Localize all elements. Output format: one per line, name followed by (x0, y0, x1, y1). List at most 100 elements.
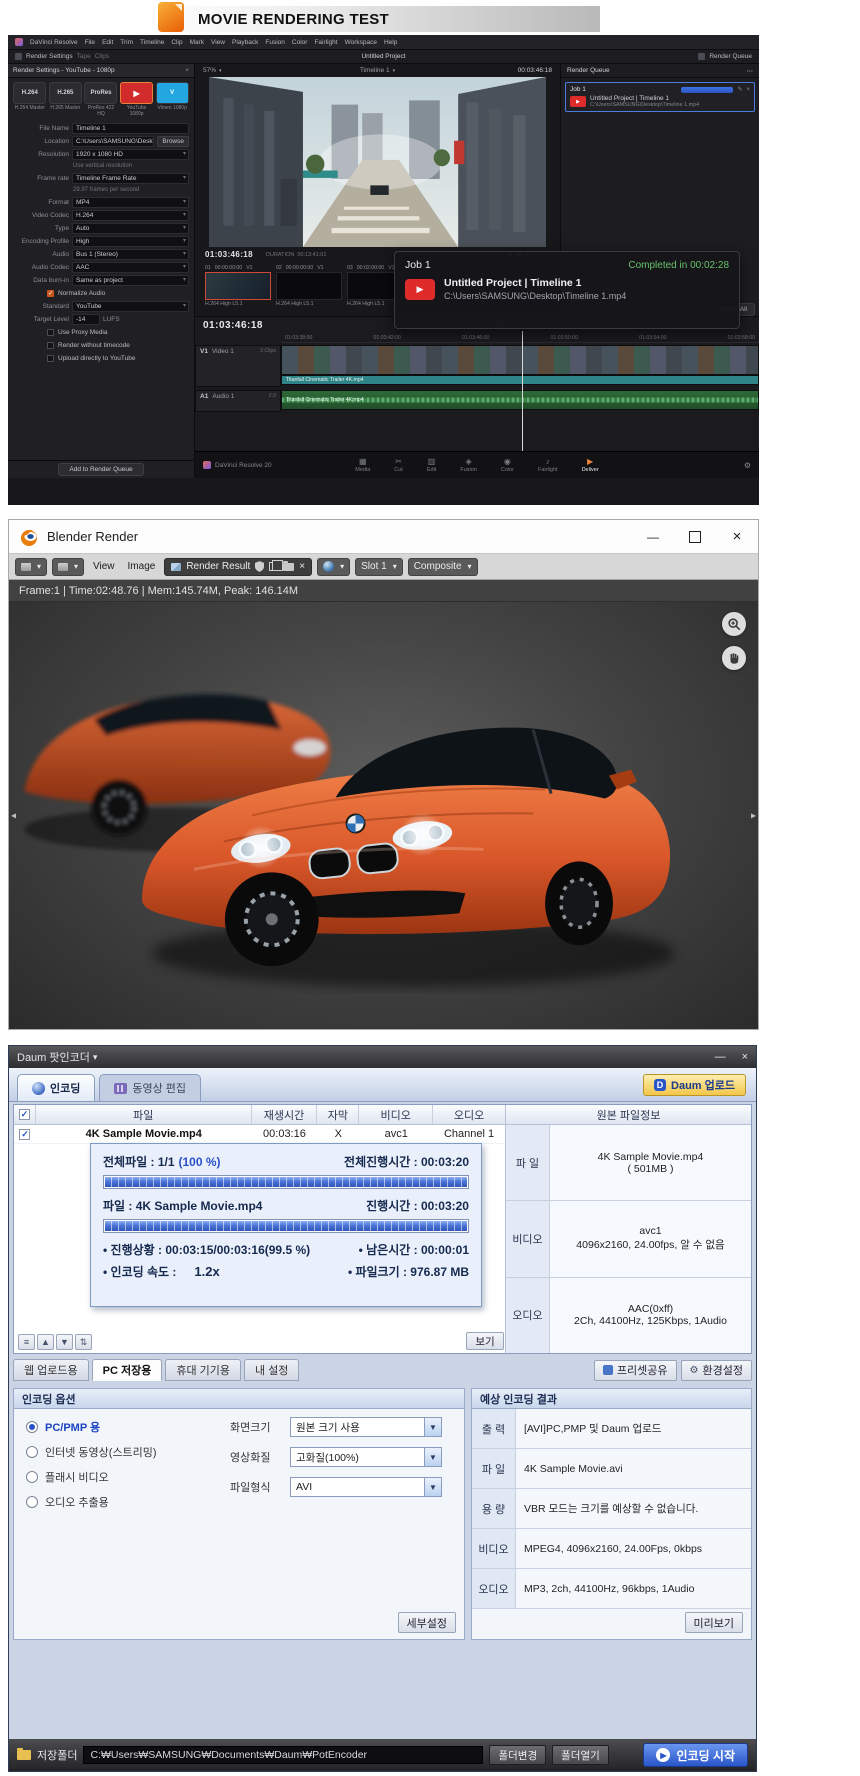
menu-item[interactable]: Mark (190, 39, 204, 46)
render-preset[interactable]: ProRes ProRes 422 HQ (84, 82, 118, 118)
video-clip-filmstrip[interactable] (281, 345, 759, 375)
menu-item[interactable]: View (211, 39, 225, 46)
playhead[interactable] (522, 331, 523, 451)
page-tab[interactable]: ▥ Edit (427, 458, 436, 473)
render-preset[interactable]: V Vimeo 1080p (155, 82, 189, 118)
pan-hand-icon[interactable] (722, 646, 746, 670)
menu-item[interactable]: Fairlight (314, 39, 337, 46)
view-button[interactable]: 보기 (466, 1332, 504, 1350)
video-clip-bar[interactable]: Titanfall Cinematic Trailer 4K.mp4 (281, 375, 759, 385)
queue-options-icon[interactable]: ⋯ (747, 67, 754, 75)
video-track-header[interactable]: V1 Video 1 3 Clips (195, 345, 281, 387)
image-datablock-selector[interactable]: Render Result × (164, 558, 312, 576)
minimize-button[interactable]: — (632, 520, 674, 553)
menu-item[interactable]: Color (292, 39, 308, 46)
preset-tab[interactable]: 내 설정 (244, 1359, 299, 1381)
option-select[interactable]: 고화질(100%)▼ (290, 1447, 442, 1467)
view-menu[interactable]: View (89, 561, 119, 572)
checkbox[interactable] (47, 342, 54, 349)
open-folder-button[interactable]: 폴더열기 (552, 1745, 609, 1765)
frame-rate-select[interactable]: Timeline Frame Rate (72, 173, 189, 184)
render-clip-thumbnail[interactable]: 0200:00:00:00V1 H.264 High L5.1 (276, 265, 342, 313)
menu-item[interactable]: DaVinci Resolve (30, 39, 78, 46)
detail-settings-button[interactable]: 세부설정 (398, 1612, 456, 1633)
render-clip-thumbnail[interactable]: 0100:00:00:00V1 H.264 High L5.1 (205, 265, 271, 313)
edit-job-icon[interactable]: ✎ (737, 86, 742, 93)
resolution-select[interactable]: 1920 x 1080 HD (72, 149, 189, 160)
display-mode-button[interactable] (52, 558, 84, 576)
select-all-checkbox[interactable]: ✓ (19, 1109, 30, 1120)
zoom-icon[interactable] (722, 612, 746, 636)
encode-target-radio[interactable]: 플래시 비디오 (26, 1469, 157, 1485)
material-sphere-button[interactable] (317, 558, 350, 576)
file-name-input[interactable]: Timeline 1 (72, 123, 189, 134)
file-checkbox[interactable]: ✓ (19, 1129, 30, 1140)
menu-item[interactable]: File (85, 39, 95, 46)
menu-item[interactable]: Trim (120, 39, 133, 46)
audio-track-header[interactable]: A1 Audio 1 2.0 (195, 390, 281, 412)
maximize-button[interactable] (674, 520, 716, 553)
list-tool-button[interactable]: ▼ (56, 1334, 73, 1350)
menu-item[interactable]: Edit (102, 39, 113, 46)
menu-item[interactable]: Playback (232, 39, 258, 46)
page-tab[interactable]: ◈ Fusion (460, 458, 477, 473)
list-tool-button[interactable]: ≡ (18, 1334, 35, 1350)
audio-codec-select[interactable]: AAC (72, 262, 189, 273)
audio-clip-bar[interactable]: Titanfall Cinematic Trailer 4K.mp4 (281, 390, 759, 410)
preview-button[interactable]: 미리보기 (685, 1612, 743, 1633)
page-tab[interactable]: ▶ Deliver (582, 458, 599, 473)
panel-expand-right-icon[interactable]: ▸ (751, 810, 756, 821)
encoding-profile-select[interactable]: High (72, 236, 189, 247)
preset-tab[interactable]: 휴대 기기용 (165, 1359, 241, 1381)
browse-button[interactable]: Browse (157, 136, 189, 147)
settings-gear-icon[interactable]: ⚙ (744, 461, 751, 470)
page-tab[interactable]: ♪ Fairlight (538, 458, 558, 473)
render-job-card[interactable]: Job 1 ✎ × ▶ Untitled Project | Timeline … (565, 82, 755, 112)
page-tab[interactable]: ✂ Cut (394, 458, 403, 473)
unlink-icon[interactable]: × (299, 561, 305, 572)
list-tool-button[interactable]: ⇅ (75, 1334, 92, 1350)
encode-target-radio[interactable]: 인터넷 동영상(스트리밍) (26, 1444, 157, 1460)
editor-type-button[interactable] (15, 558, 47, 576)
menu-item[interactable]: Clip (171, 39, 182, 46)
add-to-render-queue-button[interactable]: Add to Render Queue (58, 463, 143, 476)
render-preset[interactable]: ▶ YouTube 1080p (120, 82, 154, 118)
preset-tab[interactable]: PC 저장용 (92, 1359, 163, 1381)
menu-item[interactable]: Workspace (345, 39, 377, 46)
list-tool-button[interactable]: ▲ (37, 1334, 54, 1350)
close-icon[interactable]: × (185, 67, 189, 74)
remove-job-icon[interactable]: × (746, 87, 750, 93)
open-image-icon[interactable] (283, 563, 294, 571)
column-header[interactable]: 비디오 (359, 1105, 433, 1124)
close-button[interactable]: × (742, 1051, 748, 1063)
duplicate-icon[interactable] (269, 562, 278, 571)
checkbox[interactable] (47, 329, 54, 336)
change-folder-button[interactable]: 폴더변경 (489, 1745, 546, 1765)
page-tab[interactable]: ▦ Media (355, 458, 370, 473)
tab-encoding[interactable]: 인코딩 (17, 1074, 95, 1101)
menu-item[interactable]: Fusion (265, 39, 285, 46)
encode-target-radio[interactable]: PC/PMP 용 (26, 1419, 157, 1435)
menu-item[interactable]: Timeline (140, 39, 164, 46)
video-codec-select[interactable]: H.264 (72, 210, 189, 221)
menu-item[interactable]: Help (384, 39, 397, 46)
timeline-select[interactable]: Timeline 1 (360, 67, 395, 74)
start-encoding-button[interactable]: ▶인코딩 시작 (643, 1743, 748, 1767)
normalize-audio-checkbox[interactable]: ✓ (47, 290, 54, 297)
option-select[interactable]: 원본 크기 사용▼ (290, 1417, 442, 1437)
file-row[interactable]: ✓ 4K Sample Movie.mp4 00:03:16 X avc1 Ch… (14, 1125, 505, 1144)
fake-user-shield-icon[interactable] (255, 561, 264, 572)
daum-upload-button[interactable]: Daum 업로드 (643, 1074, 746, 1096)
column-header[interactable]: 파일 (36, 1105, 252, 1124)
column-header[interactable]: 오디오 (433, 1105, 505, 1124)
type-select[interactable]: Auto (72, 223, 189, 234)
settings-button[interactable]: ⚙환경설정 (681, 1360, 752, 1381)
slot-select[interactable]: Slot 1 (355, 558, 403, 576)
option-select[interactable]: AVI▼ (290, 1477, 442, 1497)
tab-video-edit[interactable]: 동영상 편집 (99, 1074, 201, 1101)
panel-expand-left-icon[interactable]: ◂ (11, 810, 16, 821)
render-preset[interactable]: H.264 H.264 Master (13, 82, 47, 118)
location-input[interactable]: C:\Users\SAMSUNG\Desktop (72, 136, 154, 147)
render-preset[interactable]: H.265 H.265 Master (49, 82, 83, 118)
save-folder-path[interactable] (83, 1746, 483, 1764)
